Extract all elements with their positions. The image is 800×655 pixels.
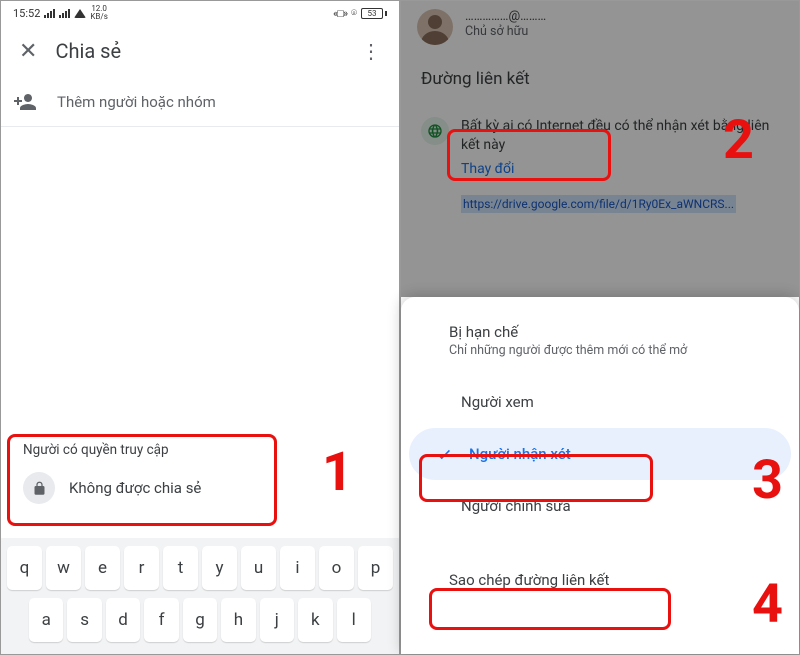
key-k[interactable]: k <box>298 598 332 642</box>
keyboard[interactable]: q w e r t y u i o p a s d f g h j k l <box>1 538 399 654</box>
close-icon[interactable]: ✕ <box>9 33 47 70</box>
key-y[interactable]: y <box>202 546 237 590</box>
restricted-title: Bị hạn chế <box>401 323 799 341</box>
key-d[interactable]: d <box>106 598 140 642</box>
key-h[interactable]: h <box>221 598 255 642</box>
key-f[interactable]: f <box>144 598 178 642</box>
callout-number-2: 2 <box>723 109 754 172</box>
option-commenter[interactable]: Người nhận xét <box>409 428 791 480</box>
share-header: ✕ Chia sẻ ⋮ <box>1 25 399 77</box>
not-shared-label: Không được chia sẻ <box>69 479 201 497</box>
callout-number-4: 4 <box>752 573 783 636</box>
bottom-sheet: Bị hạn chế Chỉ những người được thêm mới… <box>401 297 799 654</box>
signal-icon-2 <box>59 9 70 18</box>
restricted-subtitle: Chỉ những người được thêm mới có thể mở <box>401 341 799 358</box>
status-bar: 15:52 12.0KB/s «□» ⌾ 53 <box>1 1 399 25</box>
more-icon[interactable]: ⋮ <box>351 39 391 63</box>
key-o[interactable]: o <box>319 546 354 590</box>
access-panel: Người có quyền truy cập Không được chia … <box>11 432 283 522</box>
key-a[interactable]: a <box>29 598 63 642</box>
key-e[interactable]: e <box>85 546 120 590</box>
access-status-row[interactable]: Không được chia sẻ <box>23 472 271 504</box>
add-people-row[interactable]: Thêm người hoặc nhóm <box>1 77 399 127</box>
callout-number-3: 3 <box>752 449 783 512</box>
net-speed: 12.0KB/s <box>90 5 107 21</box>
signal-icon <box>44 9 55 18</box>
keyboard-row-2: a s d f g h j k l <box>5 598 395 642</box>
access-title: Người có quyền truy cập <box>23 442 271 458</box>
key-u[interactable]: u <box>241 546 276 590</box>
keyboard-row-1: q w e r t y u i o p <box>5 546 395 590</box>
key-j[interactable]: j <box>260 598 294 642</box>
check-icon <box>431 445 457 463</box>
add-people-placeholder: Thêm người hoặc nhóm <box>57 93 216 111</box>
option-editor[interactable]: Người chỉnh sửa <box>401 480 799 532</box>
key-w[interactable]: w <box>46 546 81 590</box>
key-q[interactable]: q <box>7 546 42 590</box>
key-p[interactable]: p <box>358 546 393 590</box>
key-i[interactable]: i <box>280 546 315 590</box>
status-time: 15:52 <box>13 7 40 20</box>
callout-number-1: 1 <box>322 441 353 504</box>
key-g[interactable]: g <box>183 598 217 642</box>
key-r[interactable]: r <box>124 546 159 590</box>
key-t[interactable]: t <box>163 546 198 590</box>
option-viewer[interactable]: Người xem <box>401 376 799 428</box>
wifi-icon <box>74 9 86 18</box>
copy-link-button[interactable]: Sao chép đường liên kết <box>401 552 799 608</box>
nfc-icon: ⌾ <box>351 8 357 19</box>
lock-icon <box>23 472 55 504</box>
person-add-icon <box>11 88 39 116</box>
battery-icon: 53 <box>361 8 387 19</box>
key-l[interactable]: l <box>337 598 371 642</box>
share-title: Chia sẻ <box>47 39 351 63</box>
vibrate-icon: «□» <box>333 7 347 20</box>
phone-right: ……………@……… Chủ sở hữu Đường liên kết Bất … <box>400 0 800 655</box>
key-s[interactable]: s <box>67 598 101 642</box>
phone-left: 15:52 12.0KB/s «□» ⌾ 53 ✕ Chia sẻ ⋮ Thêm… <box>0 0 400 655</box>
